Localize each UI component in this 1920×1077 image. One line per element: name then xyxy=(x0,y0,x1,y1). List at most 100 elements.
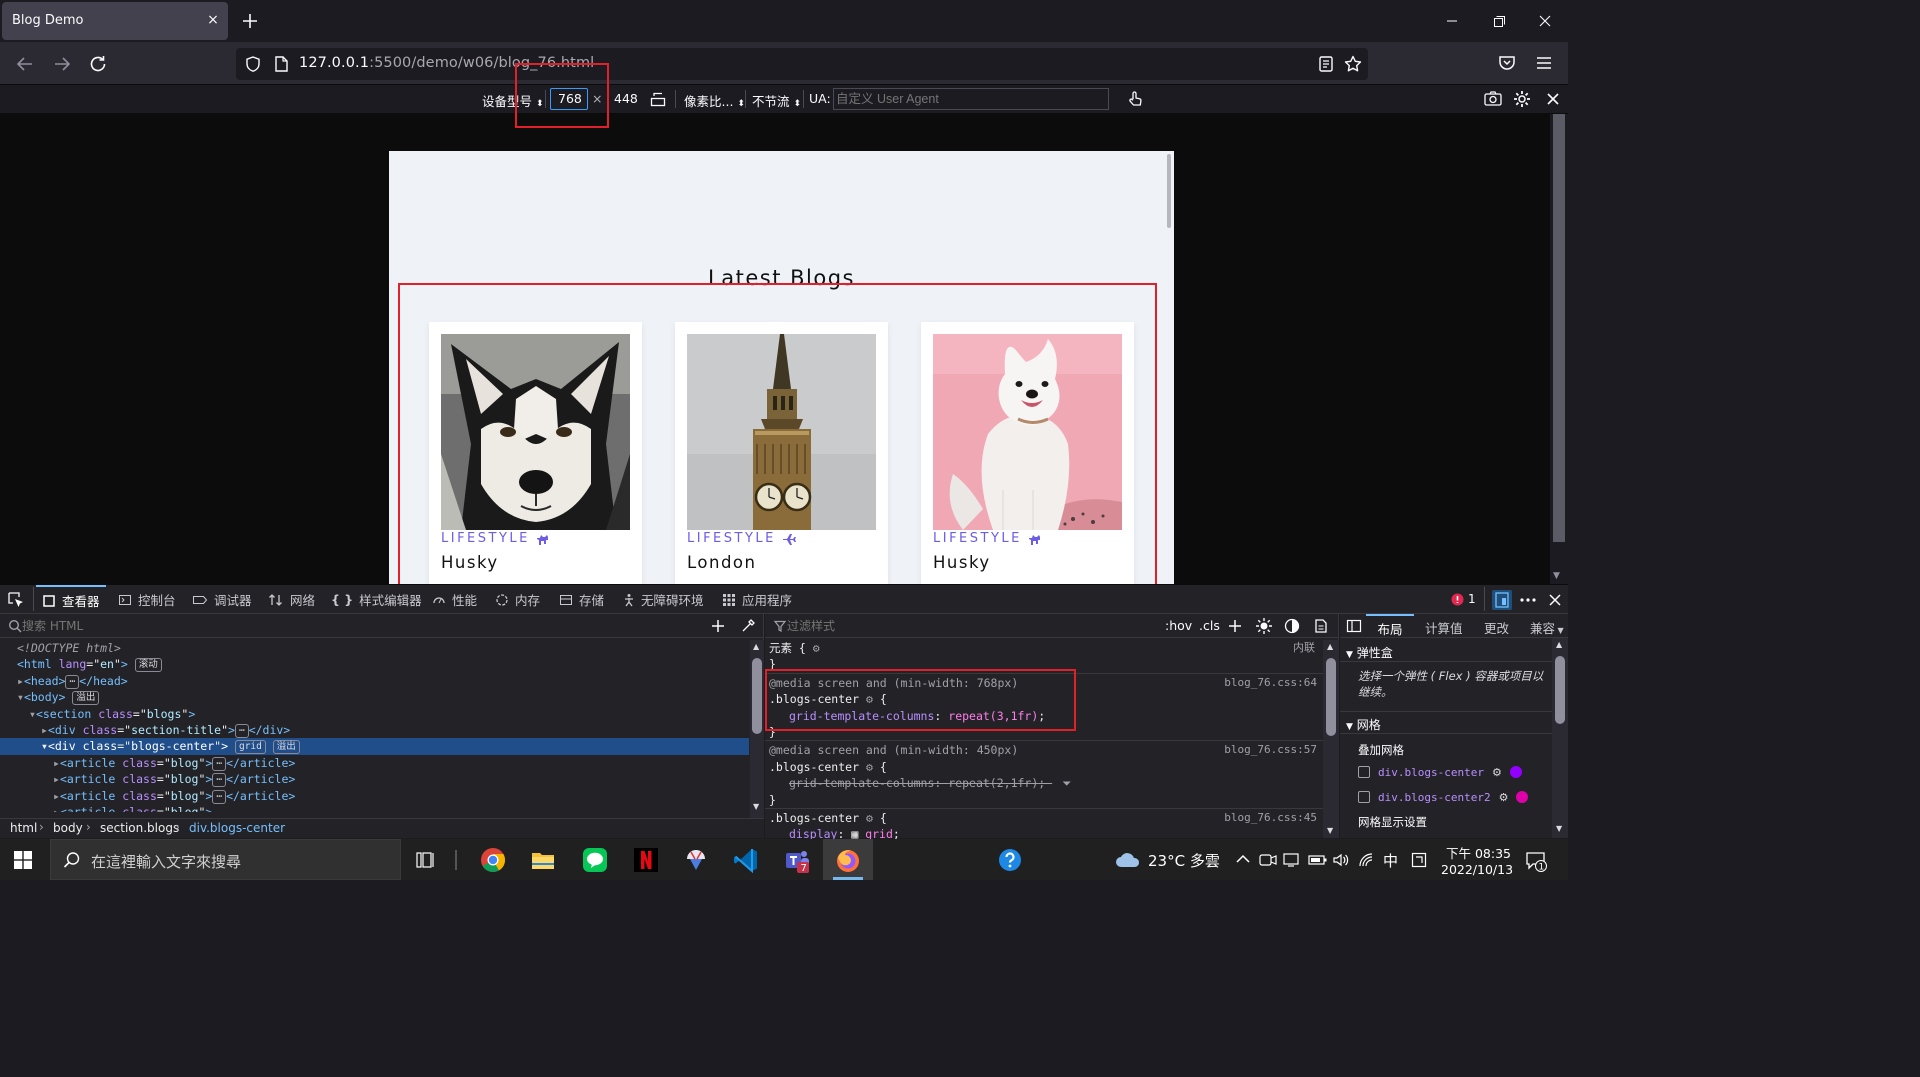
tab-application[interactable]: 应用程序 xyxy=(722,585,792,614)
scroll-up-arrow-icon[interactable]: ▲ xyxy=(753,642,759,651)
element-picker-icon[interactable] xyxy=(7,591,25,609)
declaration-overridden[interactable]: grid-template-columns: repeat(2,1fr); ⏷ xyxy=(765,775,1323,791)
new-tab-icon[interactable] xyxy=(238,9,262,33)
tab-network[interactable]: 网络 xyxy=(268,585,315,614)
wifi-icon[interactable] xyxy=(1358,852,1376,868)
page-scrollbar-thumb[interactable] xyxy=(1167,154,1171,228)
firefox-taskbar-active[interactable] xyxy=(823,839,873,880)
cls-toggle[interactable]: .cls xyxy=(1199,618,1220,633)
tab-inspector[interactable]: 查看器 xyxy=(36,585,106,614)
shield-icon[interactable] xyxy=(244,55,262,73)
reload-icon[interactable] xyxy=(86,52,110,76)
scroll-down-arrow-icon[interactable]: ▼ xyxy=(753,802,759,811)
rule-source-link[interactable]: blog_76.css:64 xyxy=(1224,675,1317,691)
teams-icon[interactable]: 7 xyxy=(783,846,811,874)
forward-icon[interactable] xyxy=(50,52,74,76)
meet-now-icon[interactable] xyxy=(1259,852,1277,868)
screenshot-icon[interactable] xyxy=(1483,90,1503,108)
scroll-down-arrow-icon[interactable]: ▼ xyxy=(1556,824,1562,833)
taskbar-search-box[interactable]: 在這裡輸入文字來搜尋 xyxy=(50,839,401,880)
tab-performance[interactable]: 性能 xyxy=(432,585,477,614)
outer-scrollbar-thumb[interactable] xyxy=(1553,114,1565,542)
target-icon[interactable]: ⚙ xyxy=(1492,766,1502,779)
breadcrumb-item[interactable]: section.blogs xyxy=(100,821,179,835)
grid-section-header[interactable]: ▼ 网格 xyxy=(1340,712,1552,734)
tab-console[interactable]: 控制台 xyxy=(118,585,176,614)
layout-scrollbar[interactable]: ▲ ▼ xyxy=(1552,638,1568,838)
page-icon[interactable] xyxy=(272,55,290,73)
settings-gear-icon[interactable] xyxy=(1512,89,1532,109)
vscode-icon[interactable] xyxy=(732,846,760,874)
tree-node-blogs-center-selected[interactable]: ▾<div class="blogs-center"> grid 溢出 xyxy=(0,738,749,755)
rule-selector[interactable]: .blogs-center ⚙ {blog_76.css:45 xyxy=(765,810,1323,826)
back-icon[interactable] xyxy=(13,52,37,76)
overlay-checkbox[interactable] xyxy=(1358,766,1370,778)
add-node-icon[interactable] xyxy=(710,618,726,634)
grid-overlay-item[interactable]: div.blogs-center2 ⚙ xyxy=(1340,782,1552,808)
element-rule[interactable]: 元素 { ⚙ 内联 xyxy=(765,640,1323,656)
weather-cloud-icon[interactable] xyxy=(1114,850,1142,870)
pinned-app-icon[interactable] xyxy=(682,846,710,874)
scroll-down-arrow-icon[interactable]: ▼ xyxy=(1327,826,1333,835)
show-hidden-icons[interactable] xyxy=(1235,852,1251,866)
network-tray-icon[interactable] xyxy=(1283,852,1301,868)
scrollbar-thumb[interactable] xyxy=(1555,656,1565,724)
ime-indicator[interactable]: 中 xyxy=(1383,850,1398,871)
tab-accessibility[interactable]: 无障碍环境 xyxy=(623,585,704,614)
restore-icon[interactable] xyxy=(1484,8,1514,34)
dpr-selector[interactable]: 像素比... ⬍ xyxy=(684,91,745,110)
close-devtools-icon[interactable] xyxy=(1547,592,1563,608)
file-explorer-icon[interactable] xyxy=(529,846,557,874)
notification-center-icon[interactable]: 1 xyxy=(1525,850,1549,872)
line-icon[interactable] xyxy=(581,846,609,874)
tab-storage[interactable]: 存储 xyxy=(559,585,604,614)
pocket-icon[interactable] xyxy=(1497,53,1517,73)
breadcrumb-item[interactable]: body xyxy=(53,821,83,835)
hov-toggle[interactable]: :hov xyxy=(1165,618,1192,633)
responsive-mode-icon[interactable] xyxy=(1492,590,1512,610)
windows-start-icon[interactable] xyxy=(14,851,32,869)
filter-icon[interactable]: ⏷ xyxy=(1062,775,1071,791)
tab-close-icon[interactable]: × xyxy=(204,11,222,29)
print-simulation-icon[interactable] xyxy=(1313,618,1329,634)
rules-scrollbar[interactable]: ▲ ▼ xyxy=(1323,640,1339,838)
tree-node-section[interactable]: ▾<section class="blogs"> xyxy=(0,706,749,722)
tab-changes[interactable]: 更改 xyxy=(1484,618,1509,637)
task-view-icon[interactable] xyxy=(412,846,440,874)
html-search-input[interactable] xyxy=(22,617,682,635)
tree-node-section-title[interactable]: ▸<div class="section-title"> ⋯ </div> xyxy=(0,722,749,738)
ime-mode-icon[interactable] xyxy=(1411,852,1427,868)
more-options-icon[interactable] xyxy=(1519,590,1537,610)
tab-style-editor[interactable]: { } 样式编辑器 xyxy=(331,585,422,614)
menu-icon[interactable] xyxy=(1534,53,1554,73)
netflix-icon[interactable] xyxy=(632,846,660,874)
tree-node-article[interactable]: ▸<article class="blog"> xyxy=(0,804,749,812)
dark-scheme-icon[interactable] xyxy=(1284,618,1300,634)
scroll-up-arrow-icon[interactable]: ▲ xyxy=(1556,640,1562,649)
scrollbar-thumb[interactable] xyxy=(752,658,762,734)
error-counter[interactable]: 1 xyxy=(1451,592,1476,606)
close-window-icon[interactable] xyxy=(1530,8,1560,34)
tab-computed[interactable]: 计算值 xyxy=(1425,618,1463,637)
overlay-color-swatch[interactable] xyxy=(1509,766,1522,778)
battery-icon[interactable] xyxy=(1308,852,1328,868)
tab-memory[interactable]: 内存 xyxy=(495,585,540,614)
touch-simulation-icon[interactable] xyxy=(1125,89,1145,109)
bookmark-star-icon[interactable] xyxy=(1343,54,1363,74)
minimize-icon[interactable] xyxy=(1437,8,1467,34)
url-bar[interactable]: 127.0.0.1:5500/demo/w06/blog_76.html xyxy=(236,48,1368,80)
flexbox-section-header[interactable]: ▼ 弹性盒 xyxy=(1340,640,1552,662)
help-icon[interactable] xyxy=(996,846,1024,874)
tree-node-article[interactable]: ▸<article class="blog"> ⋯ </article> xyxy=(0,755,749,771)
clock-date[interactable]: 2022/10/13 xyxy=(1441,862,1513,877)
scroll-up-arrow-icon[interactable]: ▲ xyxy=(1327,642,1333,651)
rule-source-link[interactable]: blog_76.css:57 xyxy=(1224,742,1317,758)
rotate-icon[interactable] xyxy=(649,90,667,108)
toggle-sidebar-icon[interactable] xyxy=(1346,618,1362,634)
tree-node-article[interactable]: ▸<article class="blog"> ⋯ </article> xyxy=(0,788,749,804)
close-rdm-icon[interactable] xyxy=(1544,90,1562,108)
user-agent-input[interactable] xyxy=(833,88,1109,110)
scroll-down-arrow-icon[interactable]: ▼ xyxy=(1553,571,1560,581)
tree-node-doctype[interactable]: <!DOCTYPE html> xyxy=(0,640,749,656)
tab-compatibility[interactable]: 兼容 ▼ xyxy=(1530,618,1564,637)
